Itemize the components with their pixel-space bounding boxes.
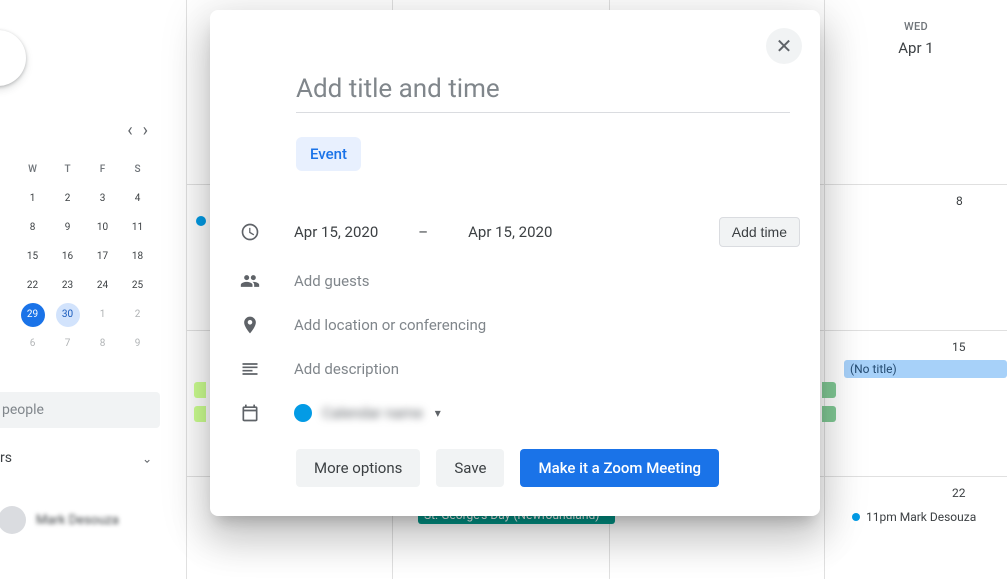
- mini-day[interactable]: 6: [15, 329, 50, 358]
- description-label: Add description: [294, 360, 399, 378]
- event-dot-icon: [196, 216, 206, 226]
- mini-day[interactable]: 1: [85, 300, 120, 329]
- event-dot-icon: [852, 513, 860, 521]
- my-calendars-toggle[interactable]: rs ⌃: [0, 444, 170, 472]
- mini-day[interactable]: 1: [15, 184, 50, 213]
- event-chip[interactable]: 11pm Mark Desouza: [846, 508, 982, 526]
- event-title-input[interactable]: Add title and time: [296, 72, 790, 113]
- event-chip-edge: [822, 406, 836, 422]
- date-dash: –: [418, 223, 428, 241]
- day-number[interactable]: 15: [952, 340, 991, 354]
- mini-day[interactable]: 17: [85, 242, 120, 271]
- mini-dow: F: [85, 155, 120, 184]
- more-options-button[interactable]: More options: [296, 449, 420, 487]
- mini-day[interactable]: 3: [85, 184, 120, 213]
- mini-day[interactable]: 16: [50, 242, 85, 271]
- location-row[interactable]: Add location or conferencing: [238, 303, 800, 347]
- chevron-down-icon: ▾: [435, 406, 441, 420]
- calendar-icon: [238, 403, 262, 423]
- date-row: Apr 15, 2020 – Apr 15, 2020 Add time: [238, 205, 800, 259]
- chevron-up-icon: ⌃: [142, 451, 152, 465]
- mini-day[interactable]: 8: [85, 329, 120, 358]
- mini-day[interactable]: 11: [120, 213, 155, 242]
- mini-dow: W: [15, 155, 50, 184]
- save-button[interactable]: Save: [436, 449, 504, 487]
- mini-dow: S: [120, 155, 155, 184]
- day-of-week-label: WED: [825, 20, 1007, 33]
- calendar-name: Calendar name: [322, 404, 423, 422]
- mini-day[interactable]: 23: [50, 271, 85, 300]
- date-label: Apr 1: [825, 39, 1007, 57]
- mini-day[interactable]: 18: [120, 242, 155, 271]
- tab-event[interactable]: Event: [296, 137, 361, 171]
- location-label: Add location or conferencing: [294, 316, 486, 334]
- mini-day[interactable]: 4: [120, 184, 155, 213]
- mini-day-selected[interactable]: 30: [50, 300, 85, 329]
- close-icon: ✕: [776, 34, 793, 58]
- mini-day[interactable]: 9: [120, 329, 155, 358]
- create-fab[interactable]: [0, 30, 26, 86]
- sidebar: ‹ › W T F S 1 2 3 4 8 9: [0, 0, 170, 579]
- quick-create-dialog: ✕ Add title and time Event Apr 15, 2020 …: [210, 10, 820, 516]
- mini-day[interactable]: 24: [85, 271, 120, 300]
- add-time-button[interactable]: Add time: [719, 217, 800, 247]
- calendar-color-dot: [294, 404, 312, 422]
- mini-dow: T: [50, 155, 85, 184]
- notes-icon: [238, 359, 262, 379]
- mini-day[interactable]: 2: [50, 184, 85, 213]
- start-date[interactable]: Apr 15, 2020: [294, 223, 378, 241]
- day-number[interactable]: 8: [956, 194, 991, 208]
- chevron-left-icon[interactable]: ‹: [127, 120, 132, 141]
- guests-row[interactable]: Add guests: [238, 259, 800, 303]
- clock-icon: [238, 222, 262, 242]
- day-number[interactable]: 22: [952, 486, 991, 500]
- mini-day[interactable]: 15: [15, 242, 50, 271]
- search-people-input[interactable]: people: [0, 392, 160, 428]
- end-date[interactable]: Apr 15, 2020: [468, 223, 552, 241]
- description-row[interactable]: Add description: [238, 347, 800, 391]
- mini-day-today[interactable]: 29: [15, 300, 50, 329]
- avatar: [0, 506, 26, 534]
- guests-label: Add guests: [294, 272, 369, 290]
- zoom-meeting-button[interactable]: Make it a Zoom Meeting: [520, 449, 719, 487]
- mini-day[interactable]: 25: [120, 271, 155, 300]
- section-label: rs: [0, 450, 12, 466]
- event-chip[interactable]: (No title): [844, 360, 1007, 378]
- chevron-right-icon[interactable]: ›: [143, 120, 148, 141]
- mini-day[interactable]: 8: [15, 213, 50, 242]
- mini-day[interactable]: 22: [15, 271, 50, 300]
- mini-day[interactable]: 7: [50, 329, 85, 358]
- close-button[interactable]: ✕: [766, 28, 802, 64]
- column-header: WED Apr 1: [825, 0, 1007, 57]
- calendar-select-row[interactable]: Calendar name ▾: [238, 391, 800, 435]
- event-label: 11pm Mark Desouza: [866, 510, 976, 524]
- mini-day[interactable]: 10: [85, 213, 120, 242]
- calendar-list-item[interactable]: Mark Desouza: [0, 506, 119, 534]
- mini-calendar: ‹ › W T F S 1 2 3 4 8 9: [0, 120, 170, 358]
- calendar-owner-name: Mark Desouza: [36, 513, 119, 528]
- mini-day[interactable]: 2: [120, 300, 155, 329]
- location-icon: [238, 315, 262, 335]
- event-chip-edge: [822, 382, 836, 398]
- mini-day[interactable]: 9: [50, 213, 85, 242]
- event-chip-edge: [194, 382, 206, 398]
- people-icon: [238, 271, 262, 291]
- event-chip-edge: [194, 406, 206, 422]
